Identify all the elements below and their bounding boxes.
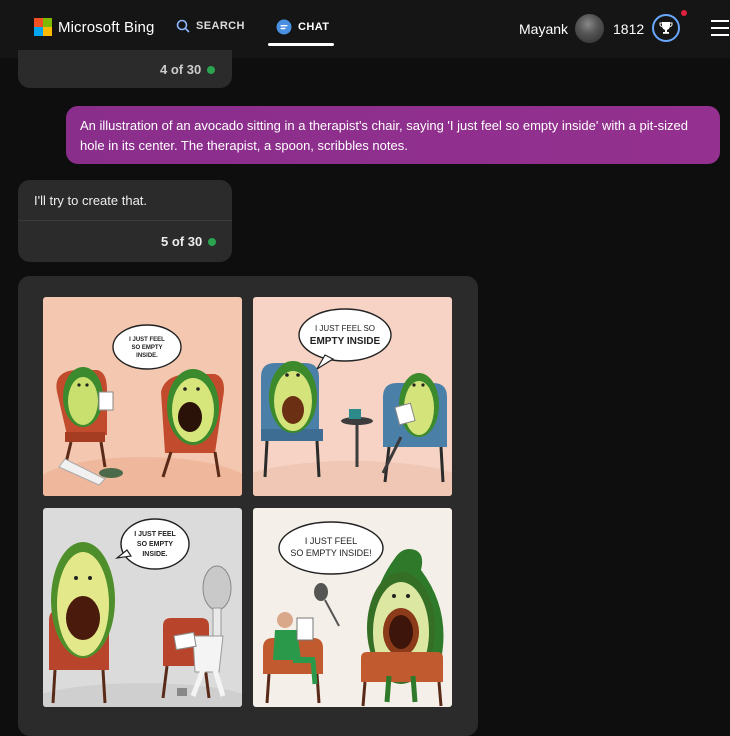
- nav-chat-label: CHAT: [298, 21, 330, 33]
- speech-text: INSIDE.: [142, 551, 167, 558]
- hamburger-menu-icon[interactable]: [711, 20, 729, 36]
- speech-text: I JUST FEEL: [305, 536, 357, 546]
- speech-text: SO EMPTY: [137, 541, 174, 548]
- previous-response-bubble: 4 of 30: [18, 50, 232, 88]
- nav-chat[interactable]: CHAT: [276, 19, 329, 35]
- speech-text: EMPTY INSIDE: [310, 336, 381, 347]
- nav-search-label: SEARCH: [196, 20, 245, 32]
- trophy-icon[interactable]: [652, 14, 680, 42]
- speech-text: I JUST FEEL SO: [315, 324, 375, 333]
- generated-images-card: I JUST FEEL SO EMPTY INSIDE. I JUST FEEL…: [18, 276, 478, 736]
- speech-text: SO EMPTY INSIDE!: [290, 548, 371, 558]
- bing-logo[interactable]: Microsoft Bing: [34, 18, 154, 36]
- turn-counter-text: 4 of 30: [160, 62, 202, 77]
- logo-text: Microsoft Bing: [58, 18, 155, 36]
- avatar[interactable]: [575, 14, 604, 43]
- speech-text: I JUST FEEL: [134, 531, 176, 538]
- rewards-points[interactable]: 1812: [613, 21, 644, 37]
- speech-text: I JUST FEEL: [129, 337, 165, 343]
- chat-icon: [276, 19, 292, 35]
- generated-image-3[interactable]: I JUST FEEL SO EMPTY INSIDE.: [43, 508, 242, 707]
- nav-search[interactable]: SEARCH: [176, 19, 245, 33]
- notification-dot: [681, 10, 687, 16]
- bubble-divider: [18, 220, 232, 221]
- status-dot: [207, 65, 216, 74]
- generated-image-4[interactable]: I JUST FEEL SO EMPTY INSIDE!: [253, 508, 452, 707]
- status-dot: [208, 237, 217, 246]
- search-icon: [176, 19, 190, 33]
- active-tab-indicator: [268, 43, 334, 46]
- turn-counter: 5 of 30: [161, 234, 217, 249]
- speech-text: INSIDE.: [136, 353, 158, 359]
- generated-image-2[interactable]: I JUST FEEL SO EMPTY INSIDE: [253, 297, 452, 496]
- speech-text: SO EMPTY: [131, 345, 162, 351]
- turn-counter-text: 5 of 30: [161, 234, 203, 249]
- microsoft-logo-icon: [34, 18, 52, 36]
- turn-counter: 4 of 30: [160, 62, 216, 77]
- user-message: An illustration of an avocado sitting in…: [66, 106, 720, 164]
- user-name[interactable]: Mayank: [519, 21, 568, 37]
- generated-image-1[interactable]: I JUST FEEL SO EMPTY INSIDE.: [43, 297, 242, 496]
- trophy-glyph: [659, 22, 673, 34]
- bot-response-bubble: I'll try to create that. 5 of 30: [18, 180, 232, 262]
- bot-message: I'll try to create that.: [34, 193, 148, 208]
